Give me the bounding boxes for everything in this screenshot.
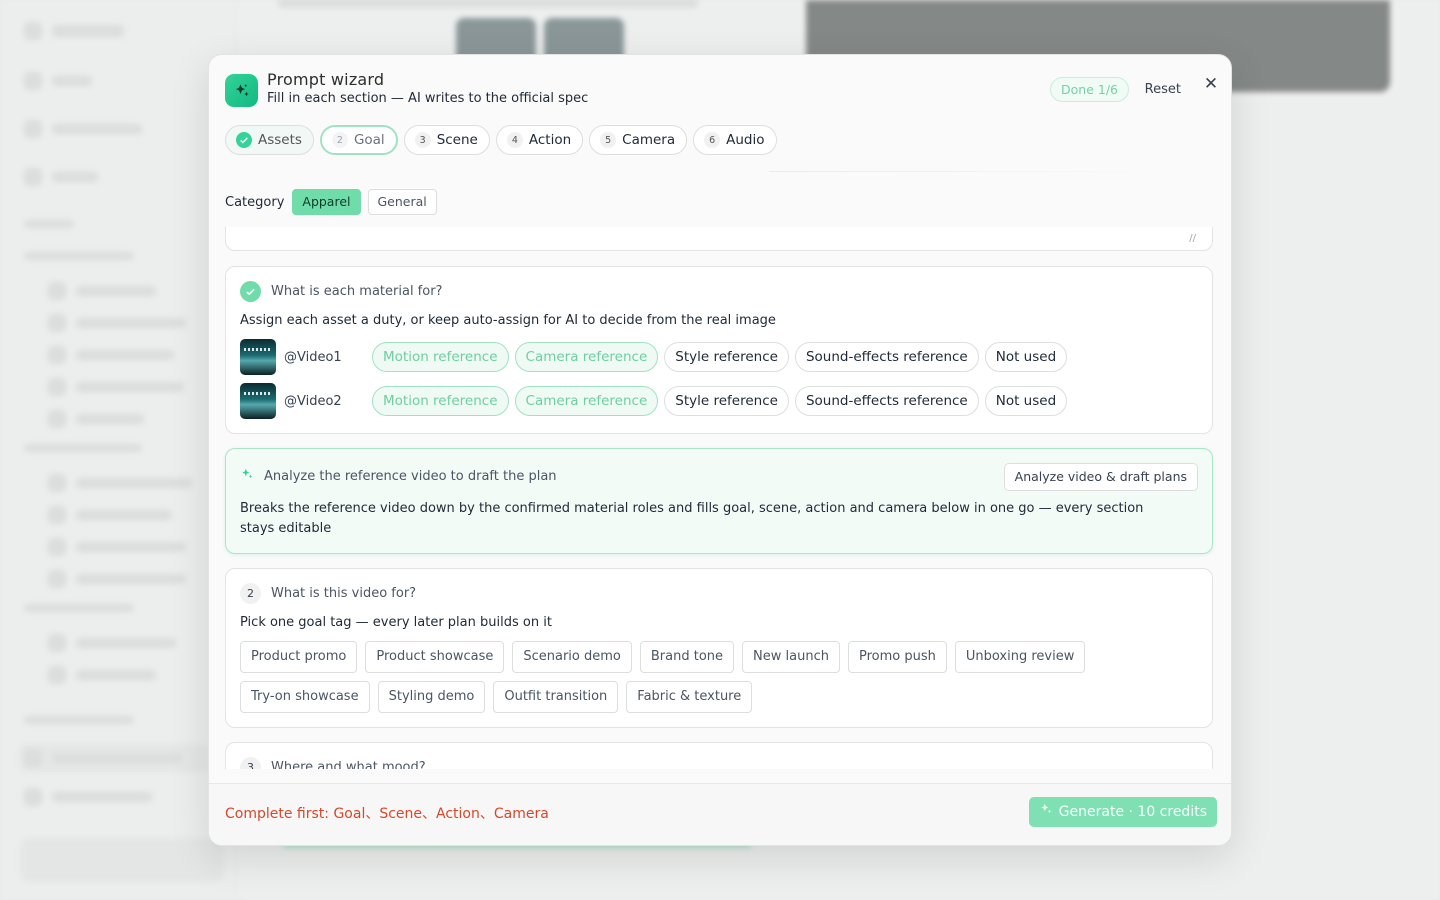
role-style-reference[interactable]: Style reference — [664, 386, 789, 416]
step-scene[interactable]: 3 Scene — [403, 125, 490, 155]
role-motion-reference[interactable]: Motion reference — [372, 342, 509, 372]
analyze-description: Breaks the reference video down by the c… — [240, 501, 1144, 536]
step-number: 3 — [240, 757, 261, 769]
analyze-title-row: Analyze the reference video to draft the… — [240, 467, 557, 485]
step-label: Scene — [436, 132, 478, 148]
asset-name: @Video1 — [284, 349, 342, 365]
step-goal[interactable]: 2 Goal — [319, 125, 398, 155]
step-number: 3 — [414, 132, 431, 148]
goal-tag[interactable]: Brand tone — [639, 641, 735, 673]
step-number: 5 — [600, 132, 617, 148]
wizard-scroll-area[interactable]: // What is each material for? Assign eac… — [209, 227, 1231, 769]
asset-row-video1: @Video1 Motion reference Camera referenc… — [240, 339, 1073, 375]
analyze-video-button[interactable]: Analyze video & draft plans — [1003, 463, 1198, 491]
step-number: 4 — [506, 132, 523, 148]
prompt-wizard-modal: Prompt wizard Fill in each section — AI … — [208, 54, 1232, 846]
generate-button[interactable]: Generate · 10 credits — [1028, 797, 1217, 827]
category-option-apparel[interactable]: Apparel — [292, 189, 361, 215]
step-assets[interactable]: Assets — [225, 125, 314, 155]
goal-tag[interactable]: Styling demo — [377, 681, 486, 713]
goal-tag[interactable]: Product promo — [240, 641, 358, 673]
step-number: 6 — [704, 132, 721, 148]
step-label: Goal — [353, 132, 385, 148]
question-text: What is each material for? — [271, 284, 443, 299]
step-number: 2 — [240, 583, 261, 604]
materials-question: What is each material for? — [240, 281, 442, 302]
step-camera[interactable]: 5 Camera — [589, 125, 688, 155]
goal-card: 2 What is this video for? Pick one goal … — [225, 568, 1213, 728]
goal-tag[interactable]: Product showcase — [365, 641, 505, 673]
incomplete-warning: Complete first: Goal、Scene、Action、Camera — [225, 806, 549, 822]
reset-button[interactable]: Reset — [1145, 82, 1181, 97]
step-label: Camera — [622, 132, 676, 148]
category-option-general[interactable]: General — [367, 189, 437, 215]
goal-hint: Pick one goal tag — every later plan bui… — [240, 615, 552, 630]
goal-question: 2 What is this video for? — [240, 583, 416, 604]
goal-tag[interactable]: Outfit transition — [493, 681, 619, 713]
goal-tag[interactable]: Try-on showcase — [240, 681, 370, 713]
asset-name: @Video2 — [284, 393, 342, 409]
scene-question: 3 Where and what mood? — [240, 757, 426, 769]
goal-tag[interactable]: Promo push — [847, 641, 947, 673]
role-sound-effects-reference[interactable]: Sound-effects reference — [794, 342, 979, 372]
role-style-reference[interactable]: Style reference — [664, 342, 789, 372]
generate-label: Generate · 10 credits — [1058, 804, 1207, 820]
asset-row-video2: @Video2 Motion reference Camera referenc… — [240, 383, 1073, 419]
role-not-used[interactable]: Not used — [984, 342, 1068, 372]
header-divider — [769, 171, 1169, 172]
step-label: Audio — [726, 132, 765, 148]
step-label: Action — [528, 132, 572, 148]
resize-handle-icon[interactable]: // — [1189, 233, 1196, 244]
modal-subtitle: Fill in each section — AI writes to the … — [267, 91, 589, 106]
materials-hint: Assign each asset a duty, or keep auto-a… — [240, 313, 776, 328]
scene-card: 3 Where and what mood? — [225, 742, 1213, 769]
analyze-card: Analyze the reference video to draft the… — [225, 448, 1213, 554]
check-icon — [236, 132, 252, 148]
progress-badge: Done 1/6 — [1050, 77, 1129, 102]
video-thumbnail — [240, 339, 276, 375]
goal-tag[interactable]: Scenario demo — [512, 641, 632, 673]
textarea-card: // — [225, 227, 1213, 251]
role-not-used[interactable]: Not used — [984, 386, 1068, 416]
sparkles-icon — [240, 467, 254, 485]
close-icon[interactable]: ✕ — [1201, 74, 1221, 94]
goal-tag[interactable]: Unboxing review — [954, 641, 1086, 673]
modal-header: Prompt wizard Fill in each section — AI … — [225, 70, 1218, 109]
analyze-title: Analyze the reference video to draft the… — [264, 468, 557, 484]
modal-footer: Complete first: Goal、Scene、Action、Camera… — [209, 783, 1231, 845]
role-sound-effects-reference[interactable]: Sound-effects reference — [794, 386, 979, 416]
goal-tag[interactable]: New launch — [742, 641, 840, 673]
check-icon — [240, 281, 261, 302]
question-text: Where and what mood? — [271, 760, 426, 769]
goal-tag[interactable]: Fabric & texture — [626, 681, 753, 713]
goal-tags: Product promo Product showcase Scenario … — [240, 641, 1140, 713]
step-action[interactable]: 4 Action — [495, 125, 584, 155]
sparkles-icon — [225, 74, 258, 107]
wizard-steps: Assets 2 Goal 3 Scene 4 Action 5 Camera 6 Aud… — [225, 125, 777, 155]
modal-title: Prompt wizard — [267, 70, 385, 89]
step-number: 2 — [331, 132, 348, 148]
question-text: What is this video for? — [271, 586, 417, 601]
materials-card: What is each material for? Assign each a… — [225, 266, 1213, 434]
category-selector: Category Apparel General — [225, 189, 437, 215]
sparkles-icon — [1039, 797, 1053, 827]
video-thumbnail — [240, 383, 276, 419]
role-motion-reference[interactable]: Motion reference — [372, 386, 509, 416]
category-label: Category — [225, 194, 285, 210]
step-audio[interactable]: 6 Audio — [693, 125, 777, 155]
role-camera-reference[interactable]: Camera reference — [514, 342, 659, 372]
step-label: Assets — [258, 132, 302, 148]
role-camera-reference[interactable]: Camera reference — [514, 386, 659, 416]
